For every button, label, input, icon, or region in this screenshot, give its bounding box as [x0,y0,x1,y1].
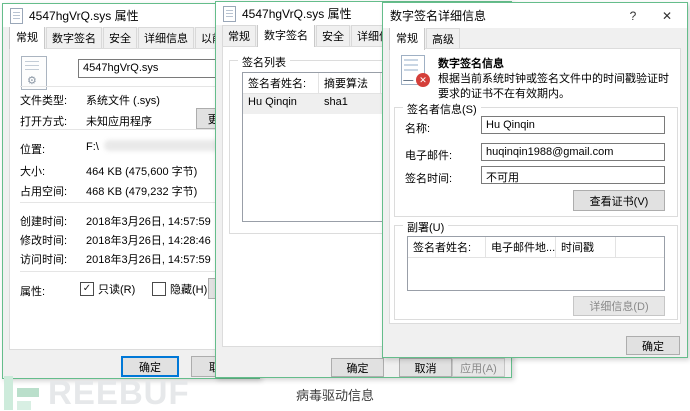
location-value: F:\ [86,141,99,153]
document-icon [223,6,236,22]
email-input[interactable]: huqinqin1988@gmail.com [481,143,665,161]
modified-value: 2018年3月26日, 14:28:46 [86,232,211,248]
check-icon: ✓ [80,282,94,296]
separator [20,271,244,272]
details-button[interactable]: 详细信息(D) [573,296,665,316]
close-icon[interactable]: ✕ [654,5,680,26]
countersignatures-header: 签名者姓名: 电子邮件地... 时间戳 [408,237,664,258]
invalid-certificate-icon: ✕ [400,55,430,87]
signature-details-window: 数字签名详细信息 ? ✕ 常规 高级 ✕ 数字签名信息 根据当前系统时钟或签名文… [382,2,688,358]
modified-label: 修改时间: [20,232,67,248]
tab-security[interactable]: 安全 [103,27,137,49]
accessed-value: 2018年3月26日, 14:57:59 [86,251,211,267]
signer-info-group: 签名者信息(S) 名称: Hu Qinqin 电子邮件: huqinqin198… [394,107,678,217]
cancel-button[interactable]: 取消 [399,358,452,377]
tabstrip: 常规 高级 [383,28,687,50]
hidden-label: 隐藏(H) [170,281,207,297]
document-icon [10,8,23,24]
separator [20,202,244,203]
signing-time-label: 签名时间: [405,170,452,186]
location-label: 位置: [20,141,45,157]
countersignatures-list[interactable]: 签名者姓名: 电子邮件地... 时间戳 [407,236,665,291]
image-caption: 病毒驱动信息 [296,385,374,404]
readonly-checkbox[interactable]: ✓ 只读(R) [80,281,135,297]
freebuf-logo-icon [4,376,44,410]
tab-details[interactable]: 详细信息 [138,27,194,49]
column-signer-name[interactable]: 签名者姓名: [408,237,486,257]
view-certificate-button[interactable]: 查看证书(V) [573,190,665,211]
signature-list-group-label: 签名列表 [238,54,290,70]
opens-with-label: 打开方式: [20,113,67,129]
size-label: 大小: [20,163,45,179]
watermark-text: REEBUF [48,376,190,410]
column-email-address[interactable]: 电子邮件地... [486,237,556,257]
info-heading: 数字签名信息 [438,55,504,71]
created-label: 创建时间: [20,213,67,229]
accessed-label: 访问时间: [20,251,67,267]
digest-algorithm-cell: sha1 [319,94,381,114]
signing-time-input[interactable]: 不可用 [481,166,665,184]
tab-digital-signatures[interactable]: 数字签名 [257,25,315,47]
apply-button[interactable]: 应用(A) [452,358,505,377]
column-digest-algorithm[interactable]: 摘要算法 [319,73,381,93]
column-signer-name[interactable]: 签名者姓名: [243,73,319,93]
attributes-label: 属性: [20,283,45,299]
tab-general[interactable]: 常规 [9,27,45,49]
signer-info-group-label: 签名者信息(S) [403,101,481,117]
freebuf-watermark: REEBUF [4,376,190,410]
column-timestamp[interactable]: 时间戳 [556,237,616,257]
help-icon[interactable]: ? [620,5,646,26]
size-on-disk-value: 468 KB (479,232 字节) [86,183,197,199]
file-type-label: 文件类型: [20,92,67,108]
details-tab-page: ✕ 数字签名信息 根据当前系统时钟或签名文件中的时间戳验证时要求的证书不在有效期… [389,48,681,324]
separator [20,86,244,87]
separator [20,129,244,130]
tab-security[interactable]: 安全 [316,25,350,47]
signer-name-cell: Hu Qinqin [243,94,319,114]
readonly-label: 只读(R) [98,281,135,297]
titlebar[interactable]: 数字签名详细信息 ? ✕ [383,3,687,28]
countersignatures-group-label: 副署(U) [403,219,448,235]
countersignatures-group: 副署(U) 签名者姓名: 电子邮件地... 时间戳 详细信息(D) [394,225,678,320]
size-value: 464 KB (475,600 字节) [86,163,197,179]
name-label: 名称: [405,120,430,136]
ok-button[interactable]: 确定 [626,336,680,355]
tab-digital-signatures[interactable]: 数字签名 [46,27,102,49]
checkbox-empty [152,282,166,296]
tab-general[interactable]: 常规 [389,28,425,50]
hidden-checkbox[interactable]: 隐藏(H) [152,281,207,297]
file-type-value: 系统文件 (.sys) [86,92,160,108]
email-label: 电子邮件: [405,147,452,163]
tab-advanced[interactable]: 高级 [426,28,460,50]
created-value: 2018年3月26日, 14:57:59 [86,213,211,229]
name-input[interactable]: Hu Qinqin [481,116,665,134]
window-title: 数字签名详细信息 [390,7,612,24]
ok-button[interactable]: 确定 [331,358,384,377]
sys-file-icon: ⚙ [18,56,50,90]
opens-with-value: 未知应用程序 [86,113,152,129]
window-title: 4547hgVrQ.sys 属性 [242,5,352,22]
tab-general[interactable]: 常规 [222,25,256,47]
window-title: 4547hgVrQ.sys 属性 [29,7,139,24]
size-on-disk-label: 占用空间: [20,183,67,199]
info-text: 根据当前系统时钟或签名文件中的时间戳验证时要求的证书不在有效期内。 [438,72,676,102]
error-badge-icon: ✕ [416,73,430,87]
